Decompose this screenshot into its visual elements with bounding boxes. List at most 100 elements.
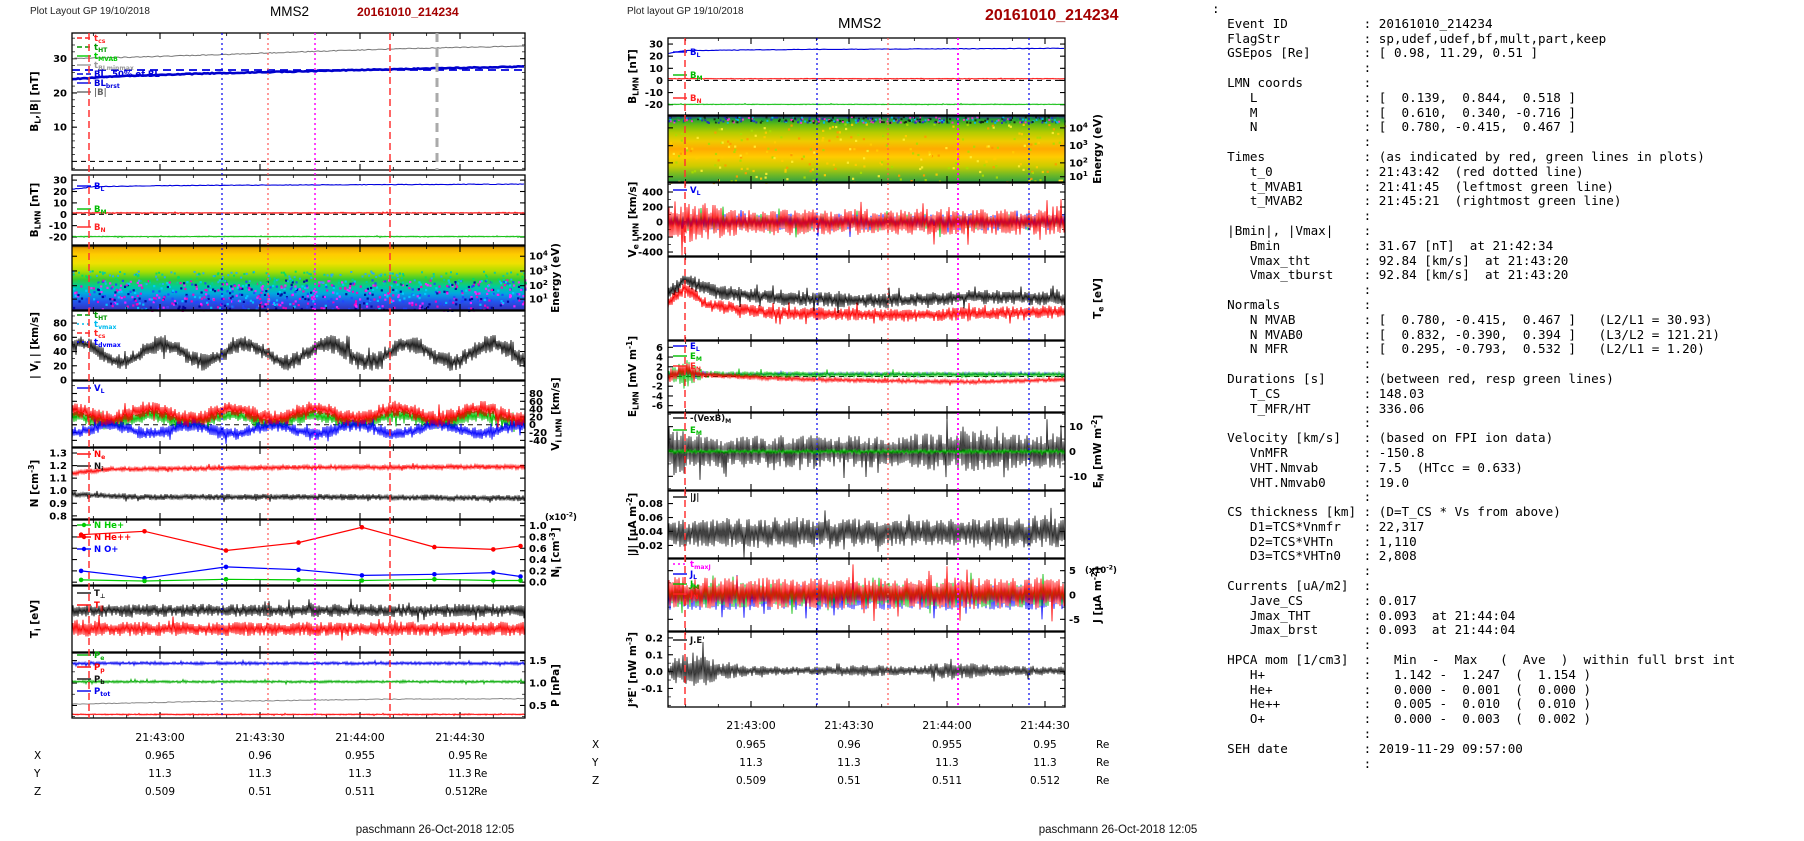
panel-v-ion-mag: 806040200tHTtvmaxtcstdvmax| Vi | [km/s] bbox=[29, 310, 526, 387]
ephemeris-value: 0.512 bbox=[1030, 775, 1060, 787]
ephemeris-unit: Re bbox=[1096, 775, 1109, 787]
ephemeris-value: 0.51 bbox=[248, 786, 271, 798]
scale-factor-label: (x10-2) bbox=[545, 512, 577, 523]
axis-label-b-lmn: BLMN [nT] bbox=[29, 183, 43, 238]
y-tick-label: 0.0 bbox=[645, 667, 663, 678]
ephemeris-unit: Re bbox=[474, 750, 487, 762]
y-tick-label: 0.2 bbox=[645, 633, 663, 644]
y-tick-label: -0.1 bbox=[641, 684, 663, 695]
legend-label: -(VexB)M bbox=[690, 414, 731, 425]
ephemeris-value: 0.965 bbox=[145, 750, 175, 762]
y-tick-label: 104 bbox=[1069, 120, 1088, 134]
axis-label-b-lmn: BLMN [nT] bbox=[627, 49, 641, 104]
panel-e-lmn: 6420-2-4-6ELEMENELMN [mV m-1] bbox=[625, 336, 1066, 417]
time-tick-label: 21:44:30 bbox=[1020, 719, 1069, 732]
ephemeris-value: 11.3 bbox=[448, 768, 471, 780]
ephemeris-value: 11.3 bbox=[935, 757, 958, 769]
y-tick-label: 1.1 bbox=[49, 474, 67, 485]
y-tick-label: 10 bbox=[1069, 422, 1083, 433]
legend-label: N O+ bbox=[94, 545, 118, 555]
axis-label-ion-spectrogram: Energy (eV) bbox=[550, 243, 562, 313]
time-tick-label: 21:44:30 bbox=[435, 731, 484, 744]
legend-item: BL bbox=[673, 48, 700, 59]
axis-label-j-dot-e: J*E' [nW m-3] bbox=[625, 632, 639, 708]
legend-item: N O+ bbox=[77, 545, 118, 555]
y-tick-label: 60 bbox=[53, 333, 67, 344]
y-tick-label: 102 bbox=[529, 278, 548, 292]
y-tick-label: 0 bbox=[656, 218, 663, 229]
legend-item: tHT bbox=[77, 311, 108, 322]
ephemeris-row-label: X bbox=[592, 739, 599, 751]
legend-label: |J| bbox=[690, 493, 699, 503]
panel-v-electron-lmn: 400 200 0 -200 -400 VL Ve LMN [km/s] bbox=[627, 182, 1066, 259]
y-tick-label: 0.02 bbox=[638, 541, 663, 552]
y-tick-label: 0.06 bbox=[638, 513, 663, 524]
y-tick-label: 1.0 bbox=[49, 486, 67, 497]
y-tick-label: 20 bbox=[53, 361, 67, 372]
info-panel: : Event ID : 20161010_214234 FlagStr : s… bbox=[1212, 1, 1736, 771]
ephemeris-value: 11.3 bbox=[739, 757, 762, 769]
y-tick-label: 5 bbox=[1069, 566, 1076, 577]
y-tick-label: 0.6 bbox=[529, 544, 547, 555]
y-tick-label: -200 bbox=[638, 233, 663, 244]
y-tick-label: 40 bbox=[53, 347, 67, 358]
y-tick-label: 80 bbox=[53, 319, 67, 330]
y-tick-label: -20 bbox=[645, 100, 663, 111]
legend-item: |B| bbox=[77, 88, 107, 98]
middle-caption: paschmann 26-Oct-2018 12:05 bbox=[1038, 824, 1198, 836]
y-tick-label: 102 bbox=[1069, 155, 1088, 169]
legend-label: BM bbox=[690, 71, 703, 82]
legend-item: Ne bbox=[77, 450, 105, 461]
legend-item: BN bbox=[673, 94, 702, 105]
legend-label: BN bbox=[690, 94, 702, 105]
y-tick-label: 1.0 bbox=[529, 679, 547, 690]
panel-n-minor-ions: 1.00.80.60.40.20.0N He+N He++N O+Ni [cm-… bbox=[71, 512, 577, 589]
y-tick-label: 0.04 bbox=[638, 527, 663, 538]
ephemeris-unit: Re bbox=[474, 768, 487, 780]
plot-column-middle: 3020100-10-20BLBMBNBLMN [nT]104103102101… bbox=[591, 37, 1117, 787]
ephemeris-row-label: X bbox=[34, 750, 41, 762]
ephemeris-unit: Re bbox=[1096, 757, 1109, 769]
axis-label-e-m-poynting: EM [mW m-2] bbox=[1090, 415, 1106, 489]
y-tick-label: 1.5 bbox=[529, 656, 547, 667]
ephemeris-value: 0.955 bbox=[345, 750, 375, 762]
y-tick-label: 0.4 bbox=[529, 555, 547, 566]
ephemeris-value: 0.512 bbox=[445, 786, 475, 798]
time-tick-label: 21:43:30 bbox=[235, 731, 284, 744]
y-tick-label: 104 bbox=[529, 249, 548, 263]
y-tick-label: 30 bbox=[53, 54, 67, 65]
middle-event-id: 20161010_214234 bbox=[985, 7, 1119, 24]
y-tick-label: 20 bbox=[649, 52, 663, 63]
y-tick-label: 0.8 bbox=[529, 532, 547, 543]
y-tick-label: 0.0 bbox=[529, 578, 547, 589]
ephemeris-unit: Re bbox=[1096, 739, 1109, 751]
y-tick-label: -40 bbox=[529, 436, 547, 447]
legend-label: Ne bbox=[94, 450, 105, 461]
panel-e-m-poynting: 10 0 -10 -(VexB)MEM EM [mW m-2] bbox=[667, 412, 1106, 491]
left-plot-title: MMS2 bbox=[270, 4, 310, 19]
y-tick-label: 200 bbox=[642, 203, 663, 214]
legend-item: tcs bbox=[77, 34, 106, 45]
y-tick-label: 1.2 bbox=[49, 461, 67, 472]
y-tick-label: 103 bbox=[1069, 138, 1088, 152]
axis-label-pressure: P [nPa] bbox=[550, 664, 562, 707]
legend-label: T⊥ bbox=[94, 589, 106, 600]
ephemeris-value: 11.3 bbox=[837, 757, 860, 769]
ephemeris-value: 0.509 bbox=[736, 775, 766, 787]
plot-column-left: 302010tcstHTtMVABtBLminmaxBL, 50% of BLB… bbox=[27, 32, 577, 798]
legend-item: BN bbox=[77, 223, 106, 234]
y-tick-label: -6 bbox=[652, 401, 663, 412]
y-tick-label: 0 bbox=[1069, 591, 1076, 602]
legend-item: Ptot bbox=[77, 687, 110, 698]
axis-label-e-lmn: ELMN [mV m-1] bbox=[625, 336, 641, 417]
y-tick-label: 0.2 bbox=[529, 566, 547, 577]
axis-label-t-ion: Ti [eV] bbox=[29, 600, 43, 638]
y-tick-label: 0.1 bbox=[645, 650, 663, 661]
ephemeris-value: 0.511 bbox=[345, 786, 375, 798]
y-tick-label: 20 bbox=[53, 88, 67, 99]
ephemeris-unit: Re bbox=[474, 786, 487, 798]
ephemeris-value: 11.3 bbox=[148, 768, 171, 780]
axis-label-t-electron: Te [eV] bbox=[1092, 278, 1106, 319]
time-tick-label: 21:43:00 bbox=[135, 731, 184, 744]
axis-label-v-ion-lmn: Vi LMN [km/s] bbox=[550, 377, 564, 450]
